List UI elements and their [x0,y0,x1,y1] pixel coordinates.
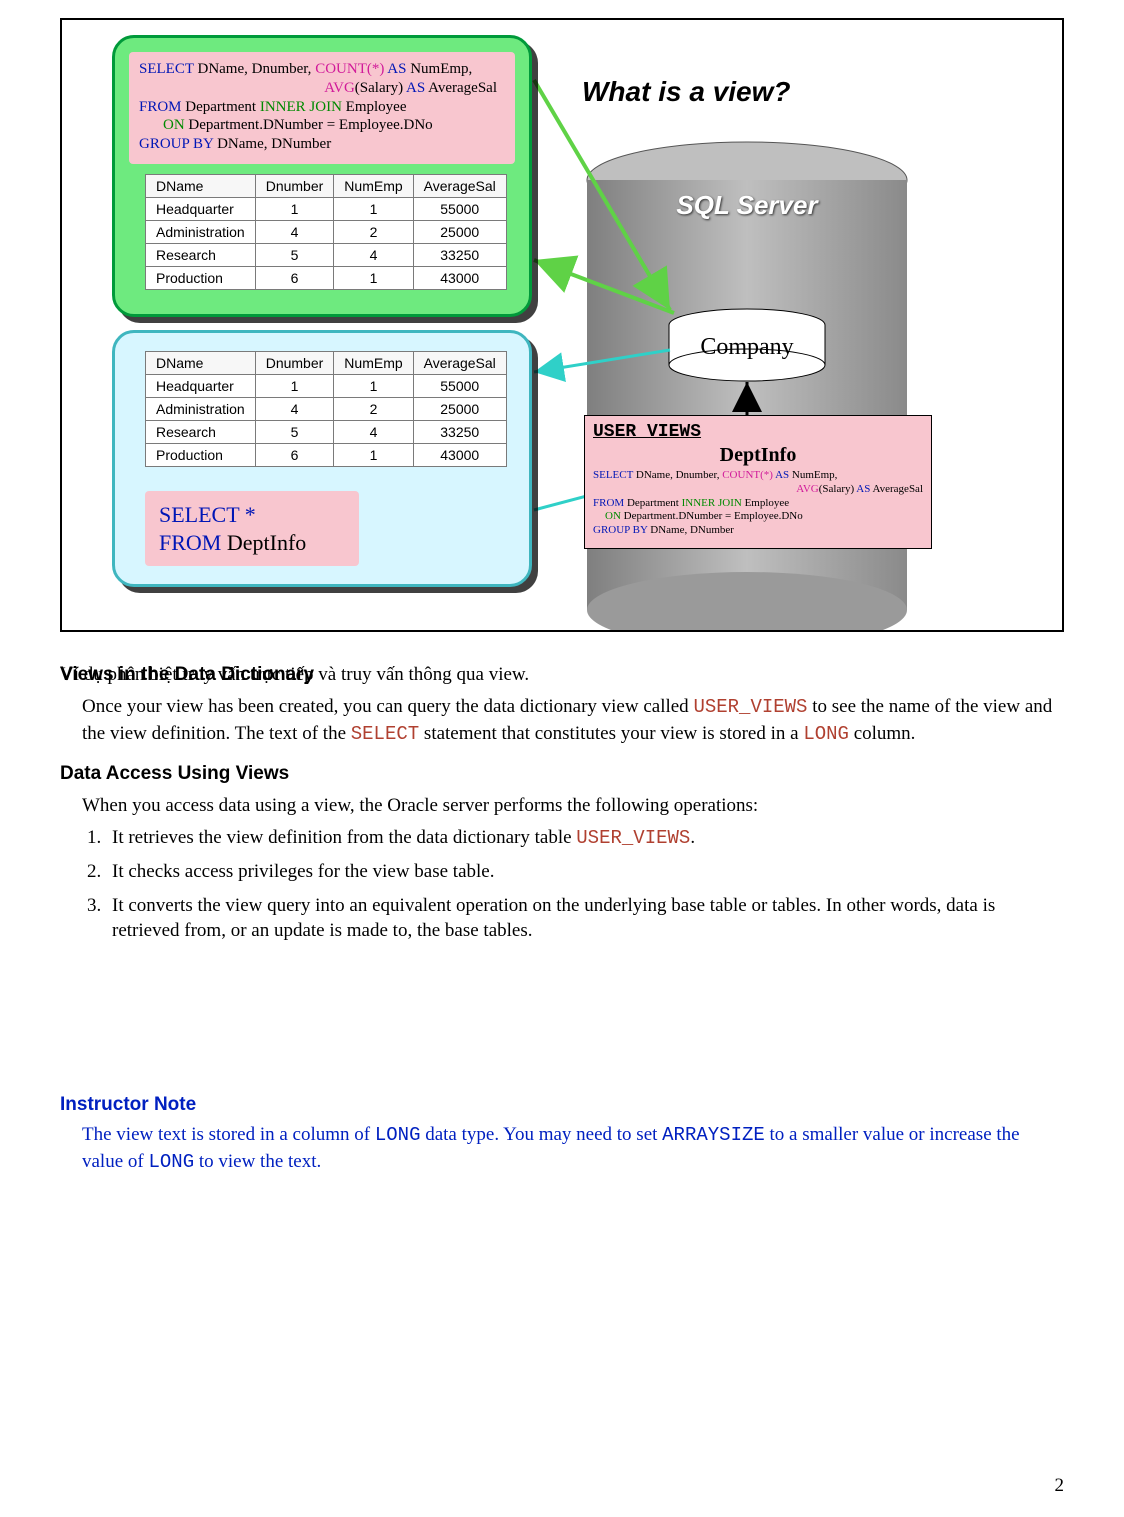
user-views-title: USER_VIEWS [593,422,923,442]
page-number: 2 [1055,1475,1065,1497]
instructor-heading: Instructor Note [60,1094,1064,1116]
instructor-para: The view text is stored in a column of L… [82,1122,1064,1175]
heading-data-access: Data Access Using Views [60,761,1064,787]
instructor-note: Instructor Note The view text is stored … [60,1094,1064,1175]
figure-what-is-a-view: What is a view? SQL Server Company SELEC… [60,18,1064,632]
figure-title: What is a view? [582,76,791,108]
company-label: Company [669,334,825,361]
sql-short: SELECT * FROM DeptInfo [145,491,359,566]
user-views-box: USER_VIEWS DeptInfo SELECT DName, Dnumbe… [584,415,932,549]
list-item: It retrieves the view definition from th… [106,825,1064,852]
list-item: It checks access privileges for the view… [106,859,1064,885]
sql-full: SELECT DName, Dnumber, COUNT(*) AS NumEm… [129,52,515,164]
result-table-2: DNameDnumber NumEmpAverageSal Headquarte… [145,351,507,467]
result-table-1: DNameDnumber NumEmpAverageSal Headquarte… [145,174,507,290]
para-2: When you access data using a view, the O… [82,793,1064,819]
overlapping-heading: Ví dụ phân biệt truy vấn trực tiếp và tr… [60,662,1064,688]
deptinfo-title: DeptInfo [593,444,923,467]
user-views-sql: SELECT DName, Dnumber, COUNT(*) AS NumEm… [593,469,923,538]
direct-query-card: SELECT DName, Dnumber, COUNT(*) AS NumEm… [112,35,532,317]
list-item: It converts the view query into an equiv… [106,893,1064,944]
steps-list: It retrieves the view definition from th… [106,825,1064,945]
db-label: SQL Server [587,190,907,221]
body-text: Ví dụ phân biệt truy vấn trực tiếp và tr… [60,662,1064,944]
para-1: Once your view has been created, you can… [82,694,1064,747]
view-query-card: DNameDnumber NumEmpAverageSal Headquarte… [112,330,532,587]
